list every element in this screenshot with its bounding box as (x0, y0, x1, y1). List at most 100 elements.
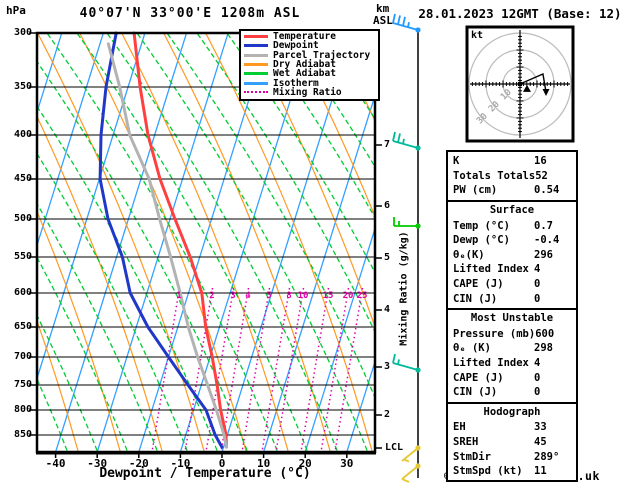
table-row: θₑ (K) 298 (448, 341, 576, 356)
table-row-label: CIN (J) (453, 386, 498, 399)
altitude-tick-label: 3 (384, 361, 391, 372)
legend-label: Mixing Ratio (273, 86, 342, 98)
wet-adiabat-line (38, 61, 248, 451)
pressure-tick-label: 550 (13, 251, 32, 262)
wind-barb-icon (392, 131, 421, 151)
table-row: CIN (J) 0 (448, 291, 576, 306)
table-row-value: 0.54 (534, 184, 560, 197)
mixing-ratio-value-label: 2 (209, 291, 215, 301)
altitude-tick-label: 7 (384, 139, 391, 150)
temperature-tick-label: 20 (298, 457, 312, 470)
indices-table: Surface Temp (°C) 0.7 Dewp (°C) -0.4 θₑ(K) 296… (446, 199, 578, 310)
table-section-title: Most Unstable (470, 311, 554, 324)
pressure-tick-label: 400 (13, 129, 32, 140)
table-row-value: 52 (535, 169, 548, 182)
legend-item: Mixing Ratio (244, 86, 378, 98)
table-row: θₑ(K) 296 (448, 248, 576, 263)
table-row-value: 16 (534, 155, 547, 168)
mixing-ratio-line (320, 287, 350, 451)
temperature-tick-label: -10 (170, 457, 191, 470)
table-row: PW (cm) 0.54 (448, 183, 576, 198)
table-row: StmDir 289° (448, 449, 576, 464)
station-title: 40°07'N 33°00'E 1208m ASL (79, 6, 301, 21)
table-section-title: Surface (489, 203, 535, 216)
indices-table: K 16 Totals Totals 52 PW (cm) 0.54 (446, 150, 578, 202)
table-row-label: PW (cm) (453, 184, 498, 197)
table-row-value: 0.7 (534, 219, 553, 232)
table-row-label: Dewp (°C) (453, 234, 510, 247)
altitude-tick-label: 5 (384, 252, 391, 263)
table-row-label: StmDir (453, 450, 491, 463)
table-row-label: EH (453, 421, 466, 434)
table-row: CAPE (J) 0 (448, 370, 576, 385)
datetime-header: 28.01.2023 12GMT (Base: 12) (418, 6, 622, 21)
table-row-value: 33 (534, 421, 547, 434)
table-row-label: Pressure (mb) (453, 327, 536, 340)
table-row-label: CAPE (J) (453, 278, 504, 291)
dry-adiabat-line (79, 34, 247, 451)
table-section-title: Hodograph (483, 405, 541, 418)
table-row-label: CIN (J) (453, 292, 498, 305)
pressure-tick-label: 750 (13, 379, 32, 390)
table-row-value: 298 (534, 342, 553, 355)
hodograph-origin-dot (518, 82, 522, 86)
table-row-label: θₑ (K) (453, 342, 491, 355)
lcl-label: LCL (385, 442, 404, 453)
table-row: Temp (°C) 0.7 (448, 218, 576, 233)
table-row: CIN (J) 0 (448, 385, 576, 400)
legend-swatch-dewpoint (244, 44, 268, 48)
table-row-value: -0.4 (534, 234, 560, 247)
altitude-tick-label: 2 (384, 409, 391, 420)
table-row: Dewp (°C) -0.4 (448, 233, 576, 248)
wet-adiabat-line (582, 26, 629, 458)
legend-swatch-isotherm (244, 81, 268, 85)
isotherm-line (38, 34, 146, 378)
pressure-tick-label: 800 (13, 404, 32, 415)
skewt-sounding-page: { "header": { "pressure_unit": "hPa", "t… (0, 0, 629, 486)
altitude-tick-label: 4 (384, 304, 391, 315)
mixing-ratio-value-label: 1 (176, 291, 182, 301)
table-row: CAPE (J) 0 (448, 277, 576, 292)
temperature-tick-label: -30 (87, 457, 108, 470)
table-row-value: 296 (534, 248, 553, 261)
altitude-tick-label: 6 (384, 200, 391, 211)
table-row-value: 600 (535, 327, 555, 340)
table-row-label: SREH (453, 435, 479, 448)
mixing-ratio-axis-label: Mixing Ratio (g/kg) (398, 231, 410, 346)
altitude-axis-unit-asl: ASL (373, 14, 393, 27)
table-row-value: 4 (534, 263, 541, 276)
table-row-value: 45 (534, 435, 547, 448)
table-row-label: Totals Totals (453, 169, 536, 182)
hodograph-unit-label: kt (471, 30, 484, 41)
table-row-label: Temp (°C) (453, 219, 510, 232)
table-row-value: 289° (534, 450, 560, 463)
pressure-tick-label: 350 (13, 81, 32, 92)
table-row-value: 0 (534, 371, 541, 384)
table-row-value: 4 (534, 357, 541, 370)
table-row: EH 33 (448, 420, 576, 435)
mixing-ratio-value-label: 5 (266, 291, 272, 301)
table-row-label: K (453, 155, 460, 168)
table-row-label: StmSpd (kt) (453, 465, 523, 478)
pressure-tick-label: 850 (13, 429, 32, 440)
mixing-ratio-value-label: 15 (322, 291, 334, 301)
pressure-tick-label: 450 (13, 173, 32, 184)
pressure-axis-unit: hPa (6, 4, 26, 17)
mixing-ratio-value-label: 10 (297, 291, 309, 301)
table-row: SREH 45 (448, 435, 576, 450)
pressure-tick-label: 300 (13, 27, 32, 38)
table-row-value: 0 (534, 292, 541, 305)
legend-swatch-temperature (244, 35, 268, 39)
table-row: StmSpd (kt) 11 (448, 464, 576, 479)
table-row: Pressure (mb) 600 (448, 327, 576, 342)
legend-box: Temperature Dewpoint Parcel Trajectory Dry … (239, 29, 380, 102)
legend-swatch-mixing-ratio (244, 91, 268, 94)
table-row-label: Lifted Index (453, 357, 529, 370)
table-row-value: 0 (534, 386, 541, 399)
table-row-label: CAPE (J) (453, 371, 504, 384)
pressure-tick-label: 700 (13, 351, 32, 362)
mixing-ratio-value-label: 4 (245, 291, 251, 301)
legend-swatch-dry-adiabat (244, 63, 268, 67)
temperature-tick-label: 30 (340, 457, 354, 470)
parcel-trajectory-curve (106, 42, 228, 449)
